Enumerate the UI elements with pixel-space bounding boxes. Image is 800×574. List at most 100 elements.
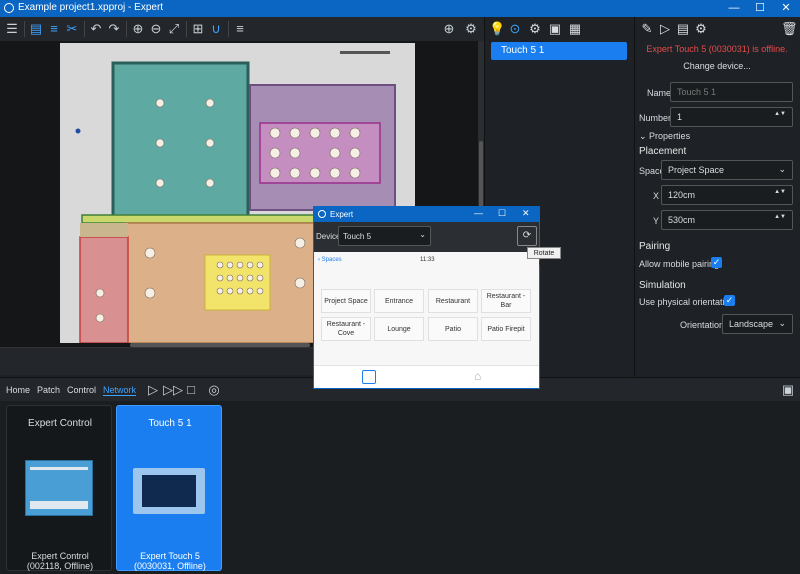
- edit-icon[interactable]: ✎: [639, 21, 655, 37]
- grid-icon[interactable]: ⊞: [189, 20, 207, 38]
- space-button[interactable]: Entrance: [374, 289, 424, 313]
- simulator-window: Expert — ☐ ✕ Device Touch 5 ⌄ ⟳ ‹ Spaces…: [313, 206, 540, 389]
- zoom-in-icon[interactable]: ⊕: [129, 20, 147, 38]
- magnet-icon[interactable]: ∪: [207, 20, 225, 38]
- back-label: Spaces: [321, 257, 342, 263]
- name-label: Name: [647, 88, 672, 98]
- space-button[interactable]: Project Space: [321, 289, 371, 313]
- settings-icon[interactable]: ⚙: [462, 20, 480, 38]
- space-button[interactable]: Patio: [428, 317, 478, 341]
- rotate-button[interactable]: ⟳: [517, 226, 537, 246]
- toolbar-separator: [84, 21, 85, 37]
- horizontal-scrollbar[interactable]: [130, 343, 310, 347]
- maximize-button[interactable]: ☐: [498, 208, 506, 219]
- chevron-down-icon: ⌄: [419, 230, 426, 239]
- card-title: Touch 5 1: [148, 418, 192, 429]
- tag-icon[interactable]: ⌂: [474, 369, 481, 383]
- orientation-dropdown[interactable]: Landscape ⌄: [722, 314, 793, 334]
- toolbar-separator: [24, 21, 25, 37]
- x-field[interactable]: 120cm ▲▼: [661, 185, 793, 205]
- chevron-down-icon: ⌄: [778, 164, 786, 174]
- minimize-button[interactable]: —: [722, 0, 746, 17]
- device-settings-icon[interactable]: ▣: [779, 381, 797, 399]
- space-button[interactable]: Restaurant - Bar: [481, 289, 531, 313]
- device-card-selected[interactable]: Touch 5 1 Expert Touch 5 (0030031, Offli…: [116, 405, 222, 571]
- tools-icon[interactable]: ✂: [63, 20, 81, 38]
- x-value: 120cm: [668, 190, 696, 200]
- zoom-out-icon[interactable]: ⊖: [147, 20, 165, 38]
- change-device-link[interactable]: Change device...: [634, 61, 800, 71]
- back-link[interactable]: ‹ Spaces: [318, 257, 342, 263]
- number-field[interactable]: 1 ▲▼: [670, 107, 793, 127]
- y-field[interactable]: 530cm ▲▼: [661, 210, 793, 230]
- fit-icon[interactable]: ⤢: [165, 20, 183, 38]
- bulb-icon[interactable]: 💡: [489, 21, 505, 37]
- stop-icon[interactable]: □: [182, 381, 200, 399]
- chevron-down-icon: ⌄: [778, 318, 786, 328]
- minimize-button[interactable]: —: [474, 208, 483, 218]
- trash-icon[interactable]: 🗑: [781, 21, 798, 37]
- properties-toggle-label: Properties: [649, 131, 691, 141]
- placement-heading: Placement: [639, 146, 687, 157]
- stepper-icon[interactable]: ▲▼: [774, 214, 786, 220]
- script-icon[interactable]: ▤: [675, 21, 691, 37]
- simulation-heading: Simulation: [639, 280, 686, 291]
- allow-mobile-pairing-checkbox[interactable]: ✓: [711, 257, 722, 268]
- stepper-icon[interactable]: ▲▼: [774, 111, 786, 117]
- tab-patch[interactable]: Patch: [37, 385, 60, 395]
- maximize-button[interactable]: ☐: [748, 0, 772, 17]
- touch-screen: ‹ Spaces 11:33 Project Space Entrance Re…: [314, 252, 539, 365]
- add-icon[interactable]: ⊕: [440, 20, 458, 38]
- undo-icon[interactable]: ↶: [87, 20, 105, 38]
- stepper-icon[interactable]: ▲▼: [774, 189, 786, 195]
- name-field[interactable]: Touch 5 1: [670, 82, 793, 102]
- device-dropdown[interactable]: Touch 5 ⌄: [338, 226, 431, 246]
- card-caption-sub: (002118, Offline): [26, 561, 94, 571]
- space-button[interactable]: Lounge: [374, 317, 424, 341]
- media-icon[interactable]: ▣: [547, 21, 563, 37]
- card-caption-sub: (0030031, Offline): [134, 561, 206, 571]
- toolbar-separator: [228, 21, 229, 37]
- x-label: X: [653, 191, 660, 201]
- y-value: 530cm: [668, 215, 696, 225]
- settings-icon[interactable]: ⚙: [693, 21, 709, 37]
- touch5-image: [133, 468, 205, 514]
- simulator-title-bar: Expert — ☐ ✕: [314, 207, 539, 222]
- film-icon[interactable]: ▦: [567, 21, 583, 37]
- touch-nav-bar: ⌂: [314, 365, 539, 388]
- close-button[interactable]: ✕: [522, 208, 530, 219]
- simulator-device-bar: Device Touch 5 ⌄ ⟳: [314, 222, 539, 252]
- properties-toggle[interactable]: ⌄ Properties: [639, 131, 690, 142]
- toolbar-separator: [126, 21, 127, 37]
- gear-icon[interactable]: ⚙: [527, 21, 543, 37]
- space-dropdown[interactable]: Project Space ⌄: [661, 160, 793, 180]
- tab-network[interactable]: Network: [103, 385, 137, 396]
- close-button[interactable]: ✕: [774, 0, 798, 17]
- space-button[interactable]: Restaurant - Cove: [321, 317, 371, 341]
- spaces-nav-icon[interactable]: [362, 370, 376, 384]
- play-icon[interactable]: ▷: [144, 381, 162, 399]
- card-title: Expert Control: [28, 418, 92, 429]
- list-icon[interactable]: ≡: [45, 20, 63, 38]
- use-physical-orientation-checkbox[interactable]: ✓: [724, 295, 735, 306]
- device-icon[interactable]: ⊙: [507, 21, 523, 37]
- device-value: Touch 5: [343, 232, 372, 241]
- tab-control[interactable]: Control: [67, 385, 96, 395]
- toolbar-separator: [186, 21, 187, 37]
- tab-home[interactable]: Home: [6, 385, 30, 395]
- space-value: Project Space: [668, 165, 725, 175]
- redo-icon[interactable]: ↷: [105, 20, 123, 38]
- project-icon[interactable]: ▤: [27, 20, 45, 38]
- offline-status: Expert Touch 5 (0030031) is offline.: [646, 44, 788, 54]
- play-icon[interactable]: ▷: [657, 21, 673, 37]
- device-card[interactable]: Expert Control Expert Control (002118, O…: [6, 405, 112, 571]
- app-icon: [318, 210, 326, 218]
- filter-icon[interactable]: ≡: [231, 20, 249, 38]
- device-list-item[interactable]: Touch 5 1: [491, 42, 627, 60]
- device-label: Device: [316, 232, 341, 241]
- space-button[interactable]: Patio Firepit: [481, 317, 531, 341]
- fast-forward-icon[interactable]: ▷▷: [163, 381, 183, 399]
- space-button[interactable]: Restaurant: [428, 289, 478, 313]
- menu-icon[interactable]: ☰: [3, 20, 21, 38]
- wireless-icon[interactable]: ◎: [205, 381, 223, 399]
